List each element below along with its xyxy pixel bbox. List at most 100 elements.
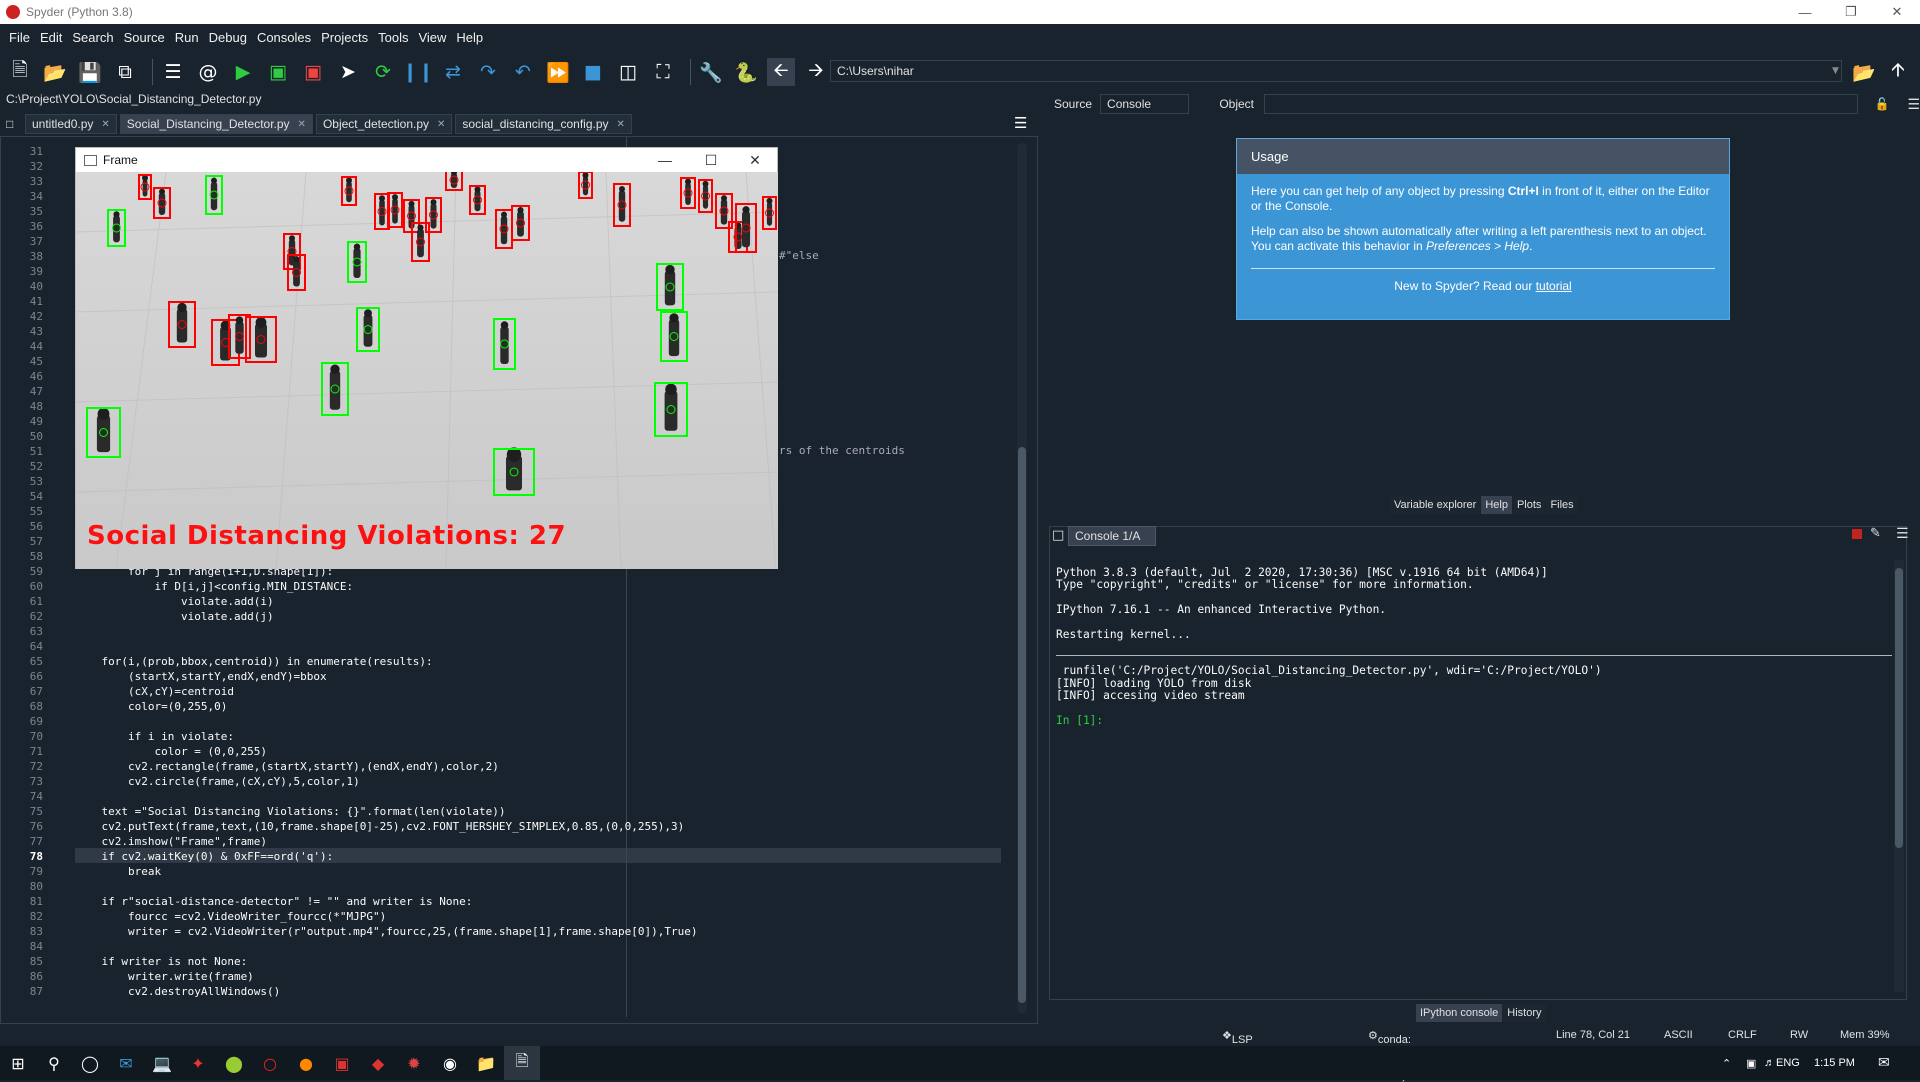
run-selection-icon[interactable]: ➤	[334, 58, 362, 86]
search-icon[interactable]: ⚲	[36, 1046, 72, 1080]
tab-social-distancing-detector[interactable]: Social_Distancing_Detector.py ✕	[119, 114, 313, 134]
computer-icon[interactable]: 💻	[144, 1046, 180, 1080]
code-line[interactable]: text ="Social Distancing Violations: {}"…	[75, 804, 505, 819]
forward-arrow-icon[interactable]: 🡪	[802, 58, 830, 86]
debug-icon[interactable]: ❙❙	[402, 58, 434, 86]
code-line[interactable]: for(i,(prob,bbox,centroid)) in enumerate…	[75, 654, 432, 669]
opera-icon[interactable]: ○	[252, 1046, 288, 1080]
code-line[interactable]: writer.write(frame)	[75, 969, 254, 984]
ipython-console[interactable]	[1049, 526, 1907, 1000]
lock-icon[interactable]: 🔓	[1874, 97, 1889, 111]
spyder-taskbar-icon[interactable]: ✹	[396, 1046, 432, 1080]
tab-files[interactable]: Files	[1546, 496, 1578, 514]
notepad-icon[interactable]: 🗎	[504, 1046, 540, 1080]
menu-view[interactable]: View	[413, 30, 451, 45]
preferences-wrench-icon[interactable]: 🔧	[697, 58, 725, 86]
clock[interactable]: 1:15 PM	[1814, 1057, 1855, 1069]
frame-minimize-button[interactable]: —	[642, 148, 688, 172]
code-line[interactable]: writer = cv2.VideoWriter(r"output.mp4",f…	[75, 924, 698, 939]
help-options-menu-icon[interactable]: ☰	[1907, 96, 1920, 113]
input-language[interactable]: ENG	[1776, 1057, 1800, 1069]
code-line[interactable]: (cX,cY)=centroid	[75, 684, 234, 699]
cortana-icon[interactable]: ◯	[72, 1046, 108, 1080]
frame-close-button[interactable]: ✕	[732, 148, 778, 172]
code-line[interactable]: if writer is not None:	[75, 954, 247, 969]
tab-object-detection[interactable]: Object_detection.py ✕	[315, 114, 453, 134]
fullscreen-icon[interactable]: ⛶	[649, 58, 677, 86]
code-line[interactable]: color = (0,0,255)	[75, 744, 267, 759]
chrome-icon[interactable]: ◉	[432, 1046, 468, 1080]
back-arrow-icon[interactable]: 🡨	[767, 58, 795, 86]
code-line[interactable]: (startX,startY,endX,endY)=bbox	[75, 669, 327, 684]
frame-titlebar[interactable]: Frame — ☐ ✕	[76, 148, 777, 172]
code-line[interactable]: violate.add(j)	[75, 609, 274, 624]
console-options-menu-icon[interactable]: ☰	[1896, 526, 1909, 542]
open-file-icon[interactable]: 📂	[41, 58, 69, 86]
tab-console-1a[interactable]: Console 1/A	[1068, 526, 1156, 546]
code-line[interactable]: color=(0,255,0)	[75, 699, 227, 714]
app-green-icon[interactable]: ⬤	[216, 1046, 252, 1080]
menu-projects[interactable]: Projects	[316, 30, 373, 45]
notifications-icon[interactable]: ✉	[1878, 1054, 1890, 1071]
editor-options-menu-icon[interactable]: ☰	[1014, 114, 1027, 132]
python-path-icon[interactable]: 🐍	[732, 58, 760, 86]
close-tab-icon[interactable]: ✕	[101, 119, 109, 130]
tray-chevron-icon[interactable]: ⌃	[1722, 1057, 1731, 1070]
opencv-frame-window[interactable]: Frame — ☐ ✕ Social Distancing Violations…	[75, 147, 778, 569]
frame-maximize-button[interactable]: ☐	[688, 148, 734, 172]
browse-tabs-icon[interactable]: □	[0, 114, 22, 134]
rerun-icon[interactable]: ⟳	[369, 58, 397, 86]
menu-tools[interactable]: Tools	[373, 30, 413, 45]
volume-icon[interactable]: ♬	[1764, 1057, 1775, 1069]
clear-console-icon[interactable]: ✎	[1870, 526, 1881, 541]
save-icon[interactable]: 💾	[76, 58, 104, 86]
step-into-icon[interactable]: ↷	[474, 58, 502, 86]
tab-social-distancing-config[interactable]: social_distancing_config.py ✕	[455, 114, 632, 134]
code-line[interactable]: cv2.rectangle(frame,(startX,startY),(end…	[75, 759, 499, 774]
code-line[interactable]: cv2.putText(frame,text,(10,frame.shape[0…	[75, 819, 684, 834]
code-line[interactable]: break	[75, 864, 161, 879]
firefox-icon[interactable]: ●	[288, 1046, 324, 1080]
browse-folder-icon[interactable]: 📂	[1850, 58, 1878, 86]
editor-scrollbar-thumb[interactable]	[1018, 447, 1026, 1003]
menu-search[interactable]: Search	[67, 30, 118, 45]
file-explorer-icon[interactable]: 📁	[468, 1046, 504, 1080]
step-icon[interactable]: ⇄	[439, 58, 467, 86]
stop-debug-icon[interactable]: ■	[579, 58, 607, 86]
menu-edit[interactable]: Edit	[35, 30, 67, 45]
mail-icon[interactable]: ✉	[108, 1046, 144, 1080]
close-button[interactable]: ✕	[1874, 0, 1920, 24]
tab-variable-explorer[interactable]: Variable explorer	[1390, 496, 1481, 514]
maximize-pane-icon[interactable]: ◫	[614, 58, 642, 86]
close-tab-icon[interactable]: ✕	[437, 119, 445, 130]
menu-run[interactable]: Run	[170, 30, 204, 45]
menu-help[interactable]: Help	[451, 30, 488, 45]
tab-untitled0[interactable]: untitled0.py ✕	[25, 114, 117, 134]
close-tab-icon[interactable]: ✕	[298, 119, 306, 130]
parent-dir-arrow-icon[interactable]: 🡩	[1884, 58, 1912, 86]
run-cell-advance-icon[interactable]: ▣	[299, 58, 327, 86]
chevron-down-icon[interactable]: ▼	[1832, 60, 1844, 82]
code-line[interactable]: if i in violate:	[75, 729, 234, 744]
code-line[interactable]: fourcc =cv2.VideoWriter_fourcc(*"MJPG")	[75, 909, 386, 924]
run-icon[interactable]: ▶	[229, 58, 257, 86]
run-cell-icon[interactable]: ▣	[264, 58, 292, 86]
code-line[interactable]: cv2.destroyAllWindows()	[75, 984, 280, 999]
source-select[interactable]: Console	[1100, 94, 1190, 114]
new-file-icon[interactable]: 🗎	[6, 58, 34, 86]
app-icon[interactable]: ◆	[360, 1046, 396, 1080]
maximize-button[interactable]: ❐	[1828, 0, 1874, 24]
tab-plots[interactable]: Plots	[1512, 496, 1546, 514]
app-red-icon[interactable]: ✦	[180, 1046, 216, 1080]
outline-icon[interactable]: ☰	[159, 58, 187, 86]
at-icon[interactable]: @	[194, 58, 222, 86]
menu-consoles[interactable]: Consoles	[252, 30, 316, 45]
code-line[interactable]: violate.add(i)	[75, 594, 274, 609]
minimize-button[interactable]: —	[1782, 0, 1828, 24]
working-directory-input[interactable]: C:\Users\nihar	[830, 60, 1842, 82]
code-line[interactable]: if D[i,j]<config.MIN_DISTANCE:	[75, 579, 353, 594]
continue-icon[interactable]: ⏩	[544, 58, 572, 86]
stop-kernel-icon[interactable]	[1852, 529, 1862, 539]
windows-start-icon[interactable]: ⊞	[0, 1046, 36, 1080]
code-line[interactable]: cv2.circle(frame,(cX,cY),5,color,1)	[75, 774, 360, 789]
